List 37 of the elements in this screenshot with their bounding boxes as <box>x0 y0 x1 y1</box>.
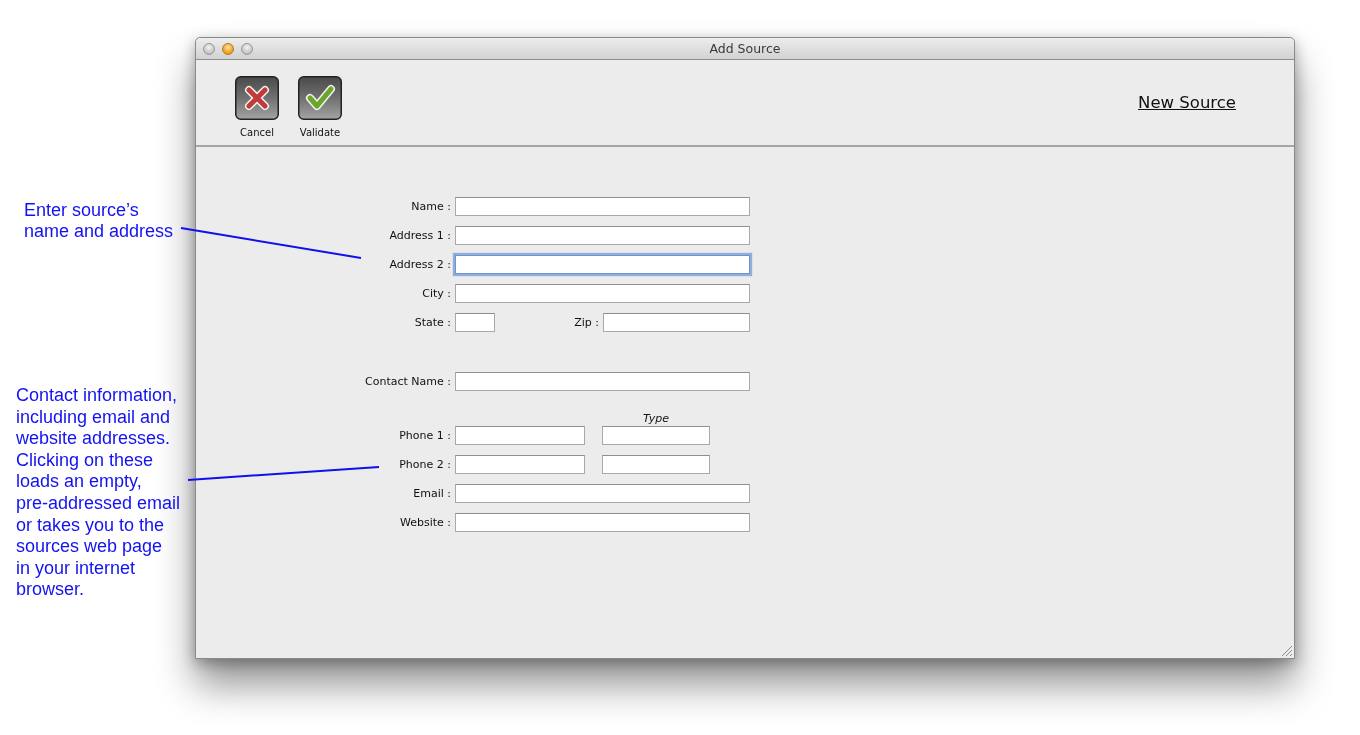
text-field[interactable] <box>602 455 710 474</box>
check-icon <box>298 76 342 120</box>
text-field[interactable] <box>455 197 750 216</box>
field-label: Address 2 : <box>388 258 451 271</box>
annotation-text: Enter source’s name and address <box>24 200 174 242</box>
text-field[interactable] <box>455 226 750 245</box>
field-label: Phone 1 : <box>398 429 451 442</box>
text-field[interactable] <box>455 513 750 532</box>
field-label: Address 1 : <box>388 229 451 242</box>
form-heading: New Source <box>1138 93 1236 112</box>
text-field[interactable] <box>603 313 750 332</box>
field-label: Zip : <box>573 316 599 329</box>
field-label: State : <box>413 316 451 329</box>
text-field[interactable] <box>455 426 585 445</box>
text-field[interactable] <box>455 284 750 303</box>
cross-icon <box>235 76 279 120</box>
text-field[interactable] <box>455 455 585 474</box>
close-icon[interactable] <box>203 42 215 55</box>
text-field[interactable] <box>602 426 710 445</box>
cancel-button[interactable]: Cancel <box>229 76 285 139</box>
field-label: Website : <box>398 516 451 529</box>
text-field[interactable] <box>455 313 495 332</box>
window-title: Add Source <box>709 39 781 58</box>
column-heading: Type <box>642 412 670 425</box>
field-label: Name : <box>410 200 451 213</box>
validate-button[interactable]: Validate <box>292 76 348 139</box>
text-field[interactable] <box>455 484 750 503</box>
field-label: Email : <box>412 487 451 500</box>
zoom-icon[interactable] <box>241 42 253 55</box>
field-label: Contact Name : <box>364 375 451 388</box>
minimize-icon[interactable] <box>222 42 234 55</box>
field-label: City : <box>421 287 451 300</box>
resize-grip-icon[interactable] <box>1281 645 1293 657</box>
annotation-text: Contact information, including email and website addresses. Clicking on these loads an empty, pre-addressed email or takes you to the sources web page in your internet browser. <box>16 385 181 601</box>
text-field[interactable] <box>455 372 750 391</box>
text-field[interactable] <box>455 255 750 274</box>
field-label: Phone 2 : <box>398 458 451 471</box>
